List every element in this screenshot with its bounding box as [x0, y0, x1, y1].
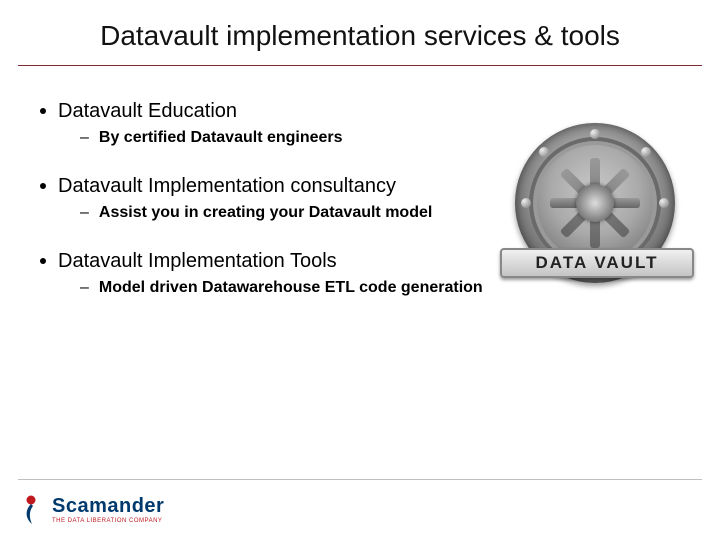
dash-icon: – — [80, 204, 89, 222]
logo-tagline: THE DATA LIBERATION COMPANY — [52, 518, 164, 524]
bullet-dot-icon — [40, 108, 46, 114]
slide: Datavault implementation services & tool… — [0, 0, 720, 540]
footer-divider — [18, 479, 702, 480]
bullet-heading: Datavault Education — [58, 100, 237, 123]
slide-title: Datavault implementation services & tool… — [0, 20, 720, 52]
vault-label: DATA VAULT — [500, 248, 694, 278]
bullet-heading: Datavault Implementation Tools — [58, 250, 337, 273]
dash-icon: – — [80, 279, 89, 297]
footer-logo: Scamander THE DATA LIBERATION COMPANY — [22, 494, 164, 526]
sub-bullet-text: By certified Datavault engineers — [99, 129, 343, 147]
bullet-dot-icon — [40, 258, 46, 264]
logo-name: Scamander — [52, 496, 164, 516]
bullet-dot-icon — [40, 183, 46, 189]
logo-text: Scamander THE DATA LIBERATION COMPANY — [52, 496, 164, 524]
title-divider — [18, 65, 702, 66]
bullet-heading: Datavault Implementation consultancy — [58, 175, 396, 198]
sub-bullet-text: Assist you in creating your Datavault mo… — [99, 204, 432, 222]
sub-bullet-text: Model driven Datawarehouse ETL code gene… — [99, 279, 483, 297]
dash-icon: – — [80, 129, 89, 147]
vault-illustration: DATA VAULT — [510, 118, 680, 288]
logo-mark-icon — [22, 494, 46, 526]
